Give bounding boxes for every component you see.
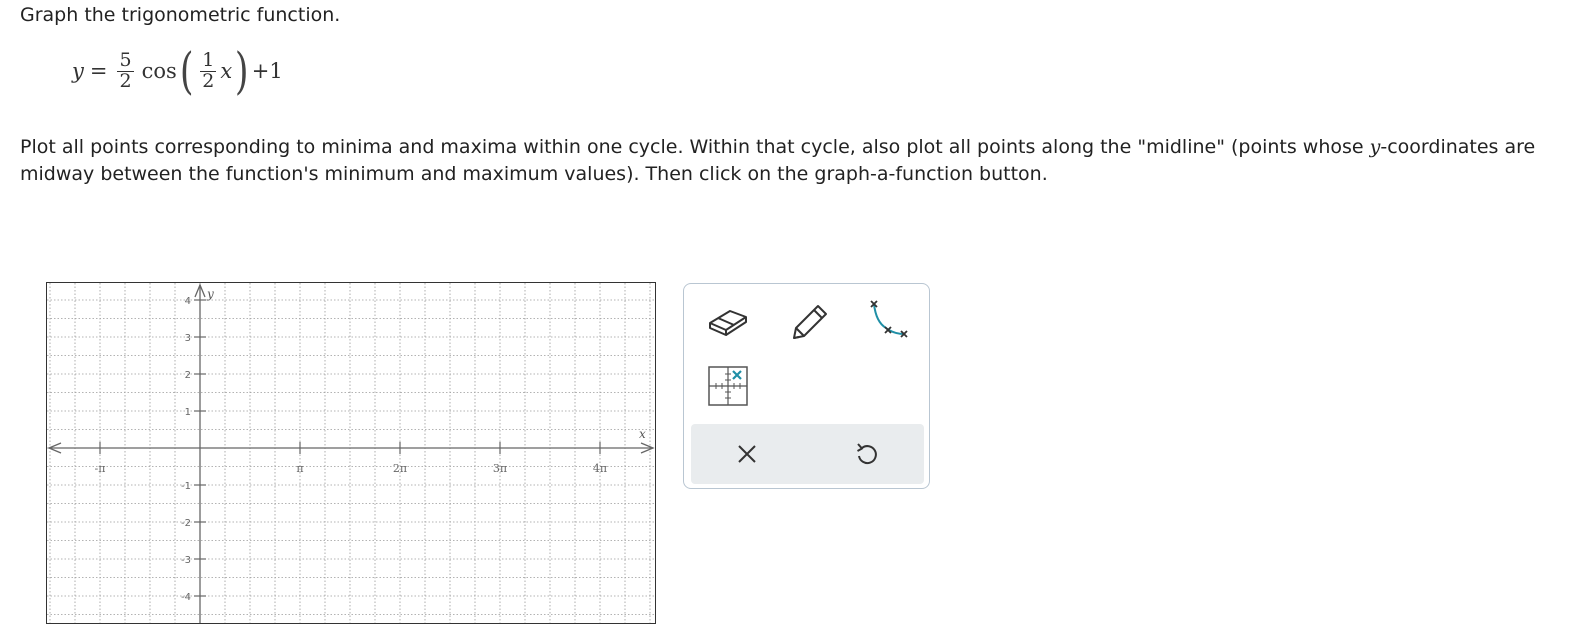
argument-variable: x (220, 59, 233, 83)
x-tick-label: 2π (393, 462, 407, 475)
right-paren: ) (235, 42, 249, 100)
plot-points-tool[interactable] (698, 360, 758, 412)
graph-area[interactable]: x y -π π 2π 3π 4π 4 3 2 1 -1 -2 -3 -4 (46, 282, 656, 624)
argument-fraction: 1 2 (200, 48, 217, 92)
graph-toolbox (683, 283, 930, 489)
function-name: cos (141, 59, 177, 83)
instructions: Plot all points corresponding to minima … (20, 134, 1575, 188)
x-tick-label: 4π (593, 462, 607, 475)
equation-equals: = (89, 59, 108, 83)
clear-button[interactable] (717, 430, 777, 478)
equation-lhs: y (72, 59, 84, 83)
coefficient-numerator: 5 (117, 48, 134, 72)
undo-icon (857, 443, 877, 465)
y-axis-label: y (206, 287, 214, 301)
coefficient-fraction: 5 2 (117, 48, 134, 92)
undo-button[interactable] (837, 430, 897, 478)
y-tick-label: -3 (181, 555, 191, 566)
equation: y = 5 2 cos ( 1 2 x ) +1 (72, 46, 283, 96)
y-tick-label: -2 (181, 518, 191, 529)
y-tick-label: 4 (185, 296, 191, 307)
point-grid-icon (708, 366, 748, 406)
x-tick-label: π (296, 462, 303, 475)
y-tick-label: -4 (181, 592, 191, 603)
instructions-part1: Plot all points corresponding to minima … (20, 136, 1370, 158)
close-icon (738, 445, 756, 463)
argument-numerator: 1 (200, 48, 217, 72)
left-paren: ( (179, 42, 194, 100)
x-axis-label: x (639, 427, 646, 441)
y-tick-label: 1 (185, 407, 191, 418)
x-tick-label: 3π (493, 462, 507, 475)
y-tick-label: -1 (181, 481, 191, 492)
prompt-text: Graph the trigonometric function. (20, 4, 341, 26)
y-tick-label: 3 (185, 333, 191, 344)
y-tick-label: 2 (185, 370, 191, 381)
x-tick-label: -π (95, 462, 106, 475)
pencil-tool[interactable] (778, 294, 838, 346)
action-bar (691, 424, 924, 484)
curve-function-icon (870, 300, 908, 338)
eraser-icon (709, 310, 747, 336)
graph-a-function-tool[interactable] (858, 294, 918, 346)
coefficient-denominator: 2 (119, 69, 132, 92)
equation-constant: +1 (251, 59, 283, 83)
coordinate-plane[interactable]: x y -π π 2π 3π 4π 4 3 2 1 -1 -2 -3 -4 (47, 283, 655, 623)
instructions-variable: y (1369, 136, 1381, 158)
eraser-tool[interactable] (698, 294, 758, 346)
pencil-icon (793, 305, 827, 339)
argument-denominator: 2 (202, 69, 215, 92)
